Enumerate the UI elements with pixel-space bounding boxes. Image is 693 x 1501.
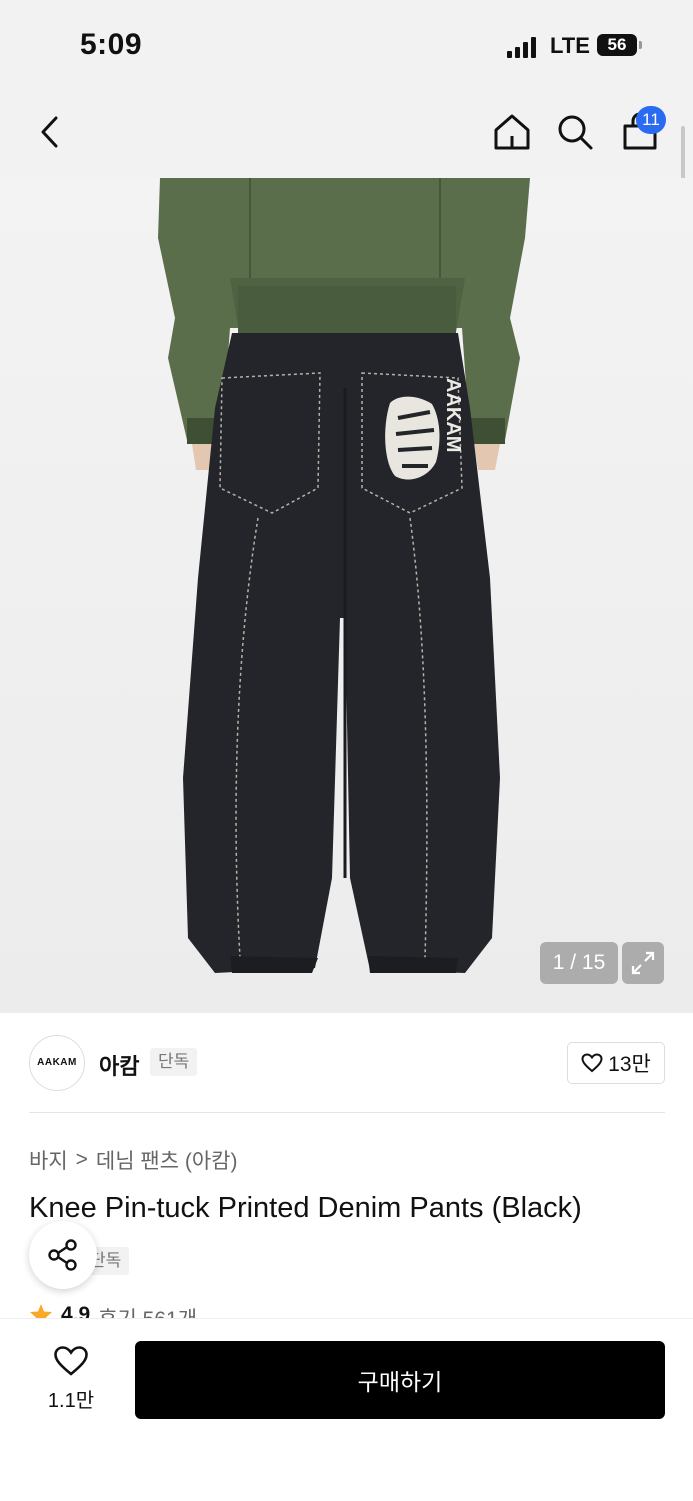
heart-icon xyxy=(54,1346,88,1376)
review-count[interactable]: 후기 561개 xyxy=(98,1303,197,1319)
back-button[interactable] xyxy=(28,110,72,154)
favorite-button[interactable]: 1.1만 xyxy=(40,1345,102,1413)
home-icon xyxy=(494,114,530,150)
exclusive-tag: 단독 xyxy=(150,1048,198,1076)
chevron-left-icon xyxy=(41,116,58,148)
brand-row[interactable]: AAKAM 아캄 단독 13만 xyxy=(0,1013,693,1113)
product-image-gallery[interactable]: AAKAM xyxy=(0,178,693,1013)
brand-like-button[interactable]: 13만 xyxy=(567,1042,665,1084)
signal-icon xyxy=(507,36,537,58)
image-counter: 1 / 15 xyxy=(540,942,618,984)
battery-icon: 56 xyxy=(597,34,642,56)
status-time: 5:09 xyxy=(80,28,143,61)
buy-button[interactable]: 구매하기 xyxy=(135,1341,665,1419)
heart-icon xyxy=(581,1053,603,1073)
bottom-action-bar: 1.1만 구매하기 xyxy=(0,1318,693,1501)
cart-count-badge: 11 xyxy=(636,106,666,134)
share-icon xyxy=(48,1239,77,1271)
rating-value: 4.9 xyxy=(61,1303,91,1319)
rating-row[interactable]: 4.9 후기 561개 xyxy=(29,1303,197,1319)
star-icon xyxy=(30,1304,52,1319)
product-photo: AAKAM xyxy=(158,178,530,973)
search-button[interactable] xyxy=(553,110,597,154)
home-button[interactable] xyxy=(490,110,534,154)
status-bar: 5:09 LTE 56 xyxy=(0,0,693,92)
search-icon xyxy=(558,115,593,150)
expand-image-button[interactable] xyxy=(622,942,664,984)
top-nav xyxy=(0,92,693,178)
favorite-count: 1.1만 xyxy=(47,1390,95,1412)
svg-text:AAKAM: AAKAM xyxy=(442,378,464,452)
product-title: Knee Pin-tuck Printed Denim Pants (Black… xyxy=(29,1192,582,1224)
brand-logo[interactable]: AAKAM xyxy=(29,1035,85,1091)
expand-icon xyxy=(631,951,655,975)
share-button[interactable] xyxy=(29,1221,97,1289)
brand-name[interactable]: 아캄 xyxy=(99,1049,139,1081)
divider xyxy=(29,1112,665,1113)
brand-like-count: 13만 xyxy=(608,1053,651,1076)
breadcrumb: 바지 > 데님 팬츠 (아캄) xyxy=(29,1145,237,1175)
breadcrumb-separator: > xyxy=(75,1148,88,1171)
breadcrumb-category[interactable]: 바지 xyxy=(29,1145,68,1175)
network-label: LTE xyxy=(550,33,590,58)
breadcrumb-subcategory[interactable]: 데님 팬츠 (아캄) xyxy=(96,1145,238,1175)
